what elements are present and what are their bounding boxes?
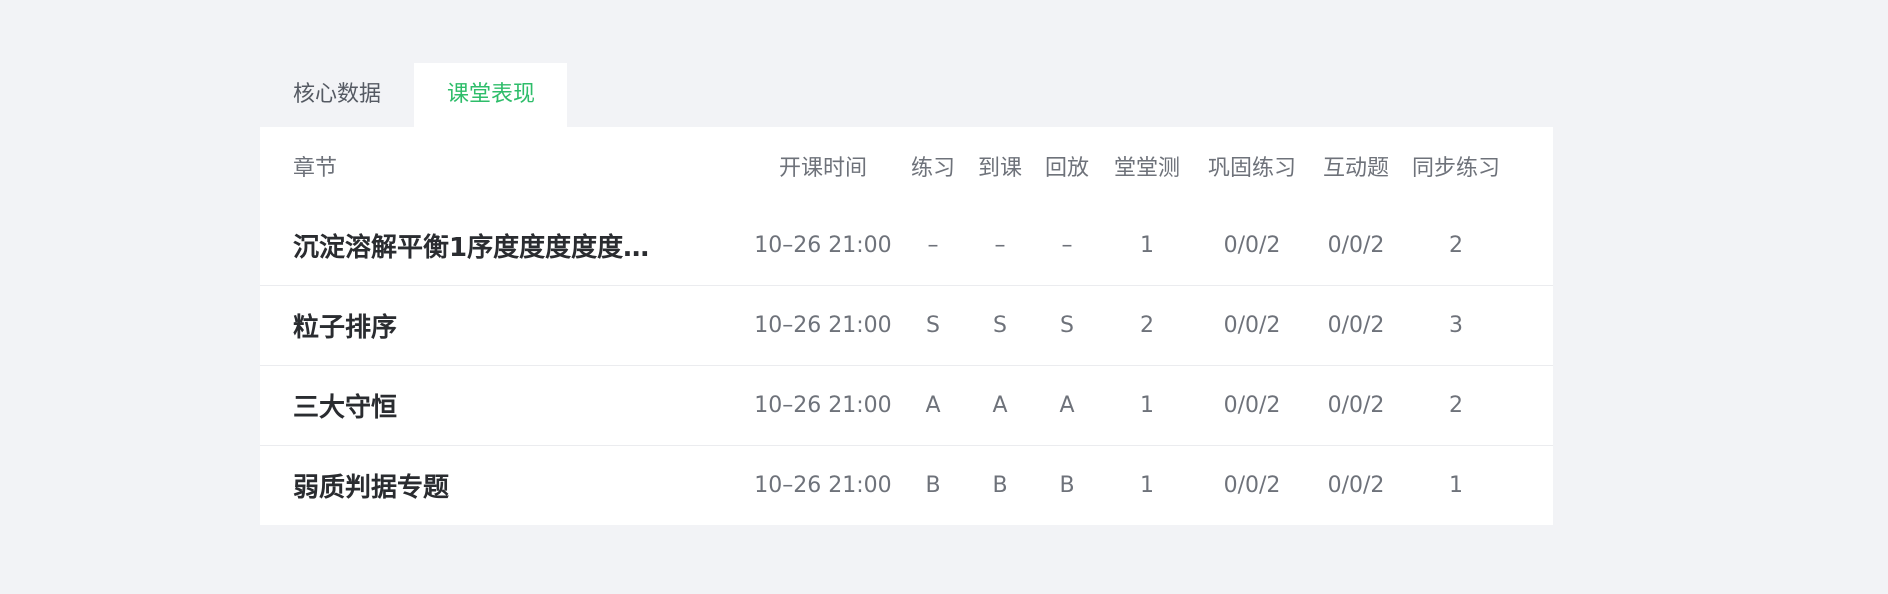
class-performance-panel: 核心数据 课堂表现 章节 开课时间 练习 到课 回放 堂堂测 巩固练习 互动题 …: [260, 63, 1553, 525]
sync-cell: 2: [1449, 232, 1463, 258]
table-row[interactable]: 粒子排序 10–26 21:00 S S S 2 0/0/2 0/0/2 3: [260, 285, 1553, 365]
table-row[interactable]: 弱质判据专题 10–26 21:00 B B B 1 0/0/2 0/0/2 1: [260, 445, 1553, 525]
attendance-cell: B: [992, 473, 1008, 498]
quiz-cell: 2: [1140, 313, 1154, 338]
quiz-cell: 1: [1140, 473, 1154, 498]
interactive-cell: 0/0/2: [1327, 232, 1385, 258]
consolidate-cell: 0/0/2: [1223, 393, 1281, 418]
header-exercise: 练习: [910, 156, 955, 181]
chapter-cell: 粒子排序: [293, 313, 398, 343]
exercise-cell: A: [925, 393, 941, 418]
interactive-cell: 0/0/2: [1327, 473, 1385, 498]
replay-cell: A: [1059, 393, 1075, 418]
interactive-cell: 0/0/2: [1327, 313, 1385, 338]
table-header-row: 章节 开课时间 练习 到课 回放 堂堂测 巩固练习 互动题 同步练习: [260, 127, 1553, 205]
quiz-cell: 1: [1140, 393, 1154, 418]
tab-class-performance[interactable]: 课堂表现: [414, 63, 568, 127]
header-chapter: 章节: [293, 156, 338, 181]
chapter-cell: 三大守恒: [293, 393, 398, 423]
exercise-cell: S: [926, 313, 940, 338]
header-interactive: 互动题: [1322, 156, 1389, 181]
header-attendance: 到课: [977, 156, 1022, 181]
header-quiz: 堂堂测: [1113, 156, 1180, 181]
attendance-cell: A: [992, 393, 1008, 418]
performance-table: 章节 开课时间 练习 到课 回放 堂堂测 巩固练习 互动题 同步练习 沉淀溶解平…: [260, 127, 1553, 525]
table-row[interactable]: 沉淀溶解平衡1序度度度度度… 10–26 21:00 – – – 1 0/0/2…: [260, 205, 1553, 285]
exercise-cell: –: [927, 232, 939, 258]
table-row[interactable]: 三大守恒 10–26 21:00 A A A 1 0/0/2 0/0/2 2: [260, 365, 1553, 445]
sync-cell: 2: [1449, 393, 1463, 418]
header-replay: 回放: [1044, 156, 1089, 181]
attendance-cell: –: [994, 232, 1006, 258]
consolidate-cell: 0/0/2: [1223, 232, 1281, 258]
replay-cell: –: [1061, 232, 1073, 258]
quiz-cell: 1: [1140, 232, 1154, 258]
consolidate-cell: 0/0/2: [1223, 473, 1281, 498]
exercise-cell: B: [925, 473, 941, 498]
sync-cell: 3: [1449, 313, 1463, 338]
header-sync: 同步练习: [1411, 156, 1500, 181]
sync-cell: 1: [1449, 473, 1463, 498]
interactive-cell: 0/0/2: [1327, 393, 1385, 418]
chapter-cell: 弱质判据专题: [293, 473, 450, 503]
tab-bar: 核心数据 课堂表现: [260, 63, 1553, 127]
attendance-cell: S: [993, 313, 1007, 338]
chapter-cell: 沉淀溶解平衡1序度度度度度…: [293, 232, 650, 263]
consolidate-cell: 0/0/2: [1223, 313, 1281, 338]
tab-core-data[interactable]: 核心数据: [260, 63, 414, 127]
header-consolidate: 巩固练习: [1207, 156, 1296, 181]
replay-cell: B: [1059, 473, 1075, 498]
replay-cell: S: [1060, 313, 1074, 338]
